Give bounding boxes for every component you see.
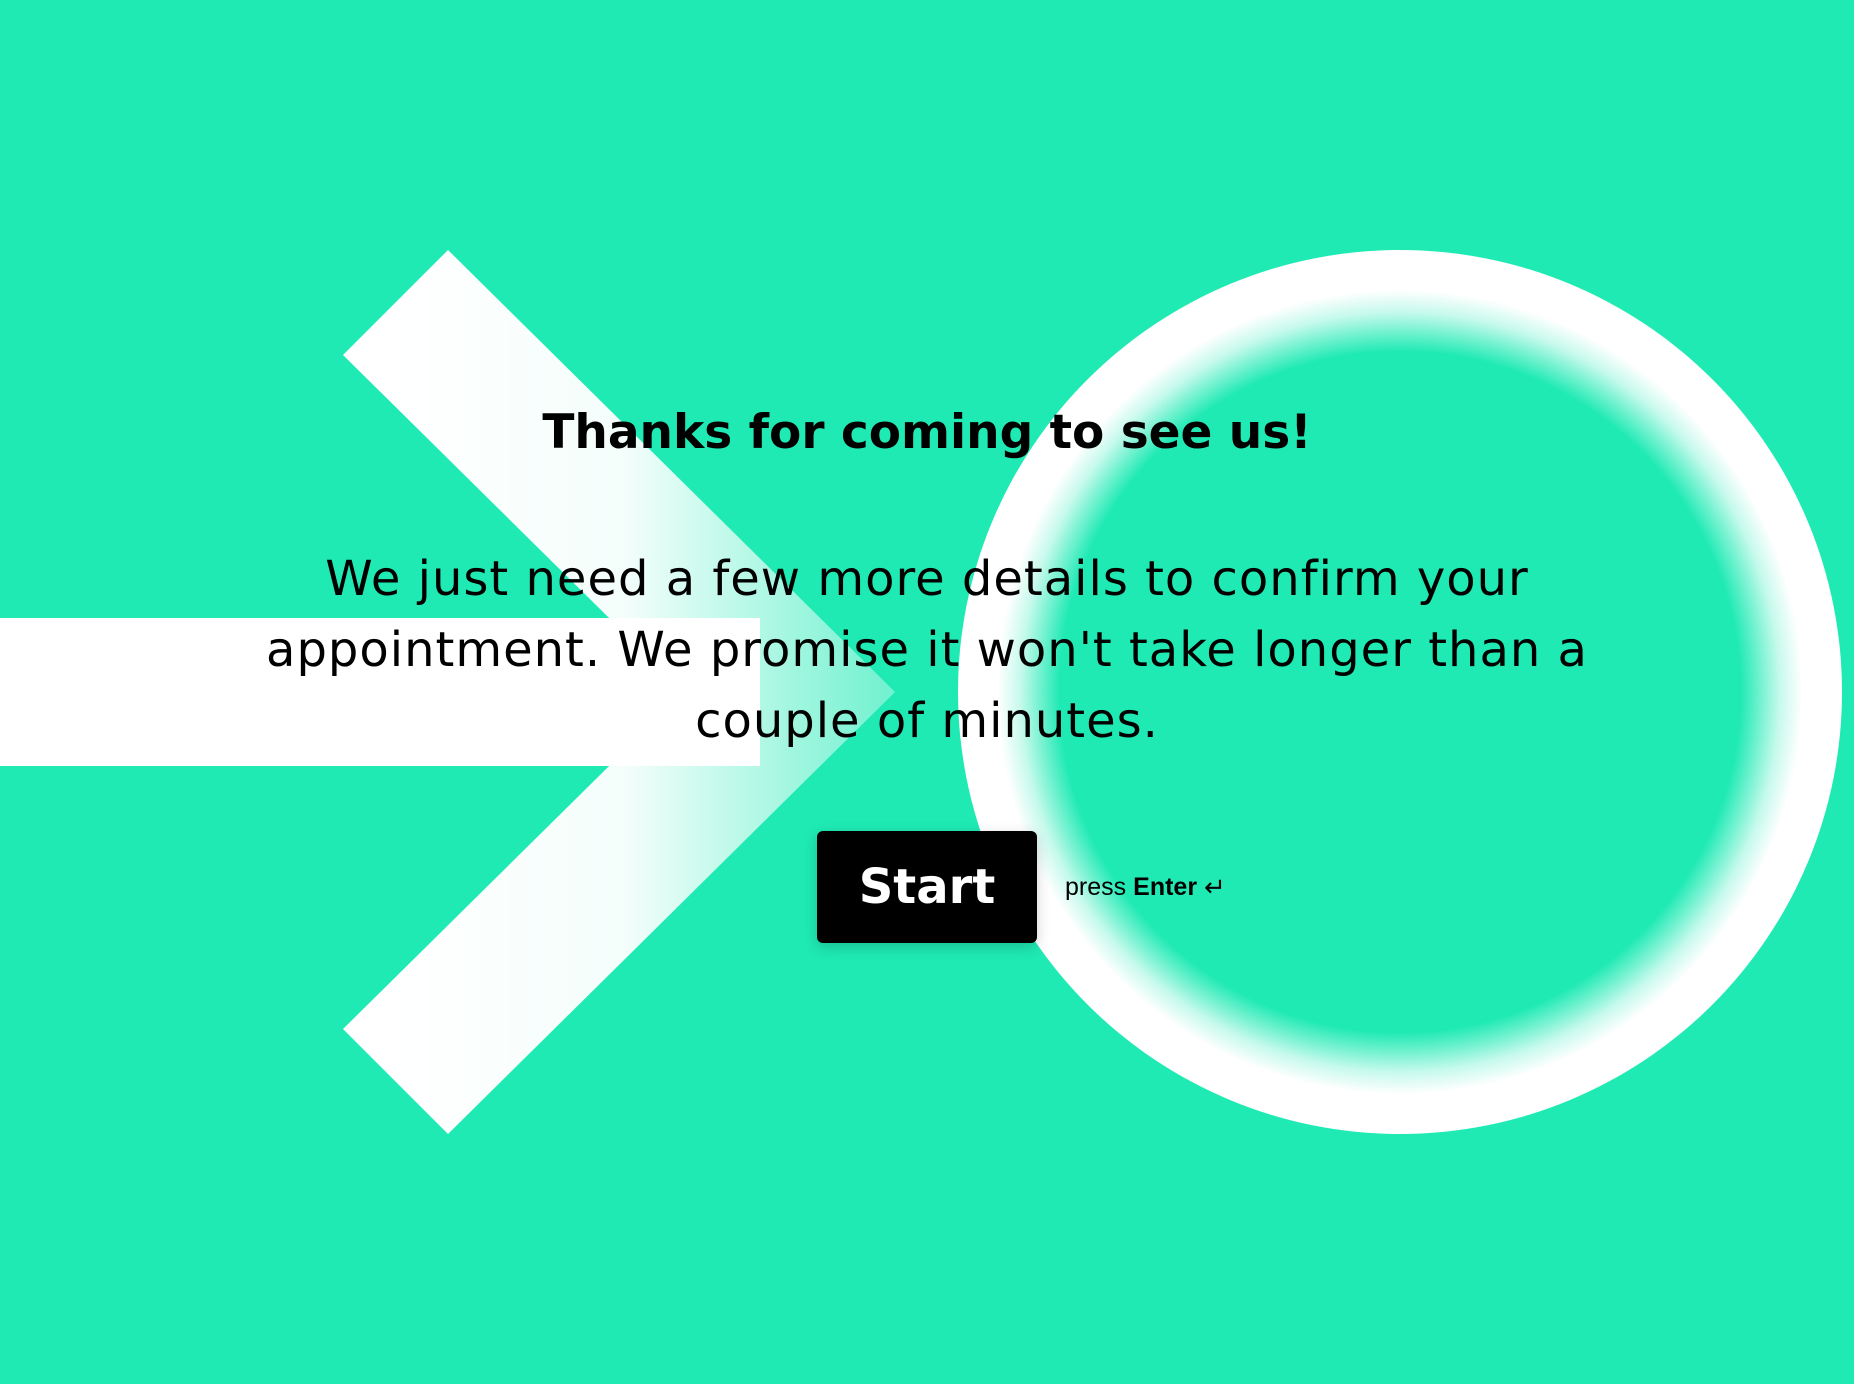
hint-key: Enter [1133, 872, 1198, 901]
start-button[interactable]: Start [817, 831, 1037, 943]
welcome-screen: Thanks for coming to see us! We just nee… [0, 0, 1854, 1384]
page-title: Thanks for coming to see us! [542, 405, 1312, 460]
enter-key-icon: ↵ [1204, 872, 1226, 902]
welcome-description: We just need a few more details to confi… [266, 551, 1588, 749]
start-actions: Start press Enter ↵ [817, 831, 1226, 943]
enter-hint: press Enter ↵ [1065, 873, 1226, 902]
hint-prefix: press [1065, 872, 1127, 901]
